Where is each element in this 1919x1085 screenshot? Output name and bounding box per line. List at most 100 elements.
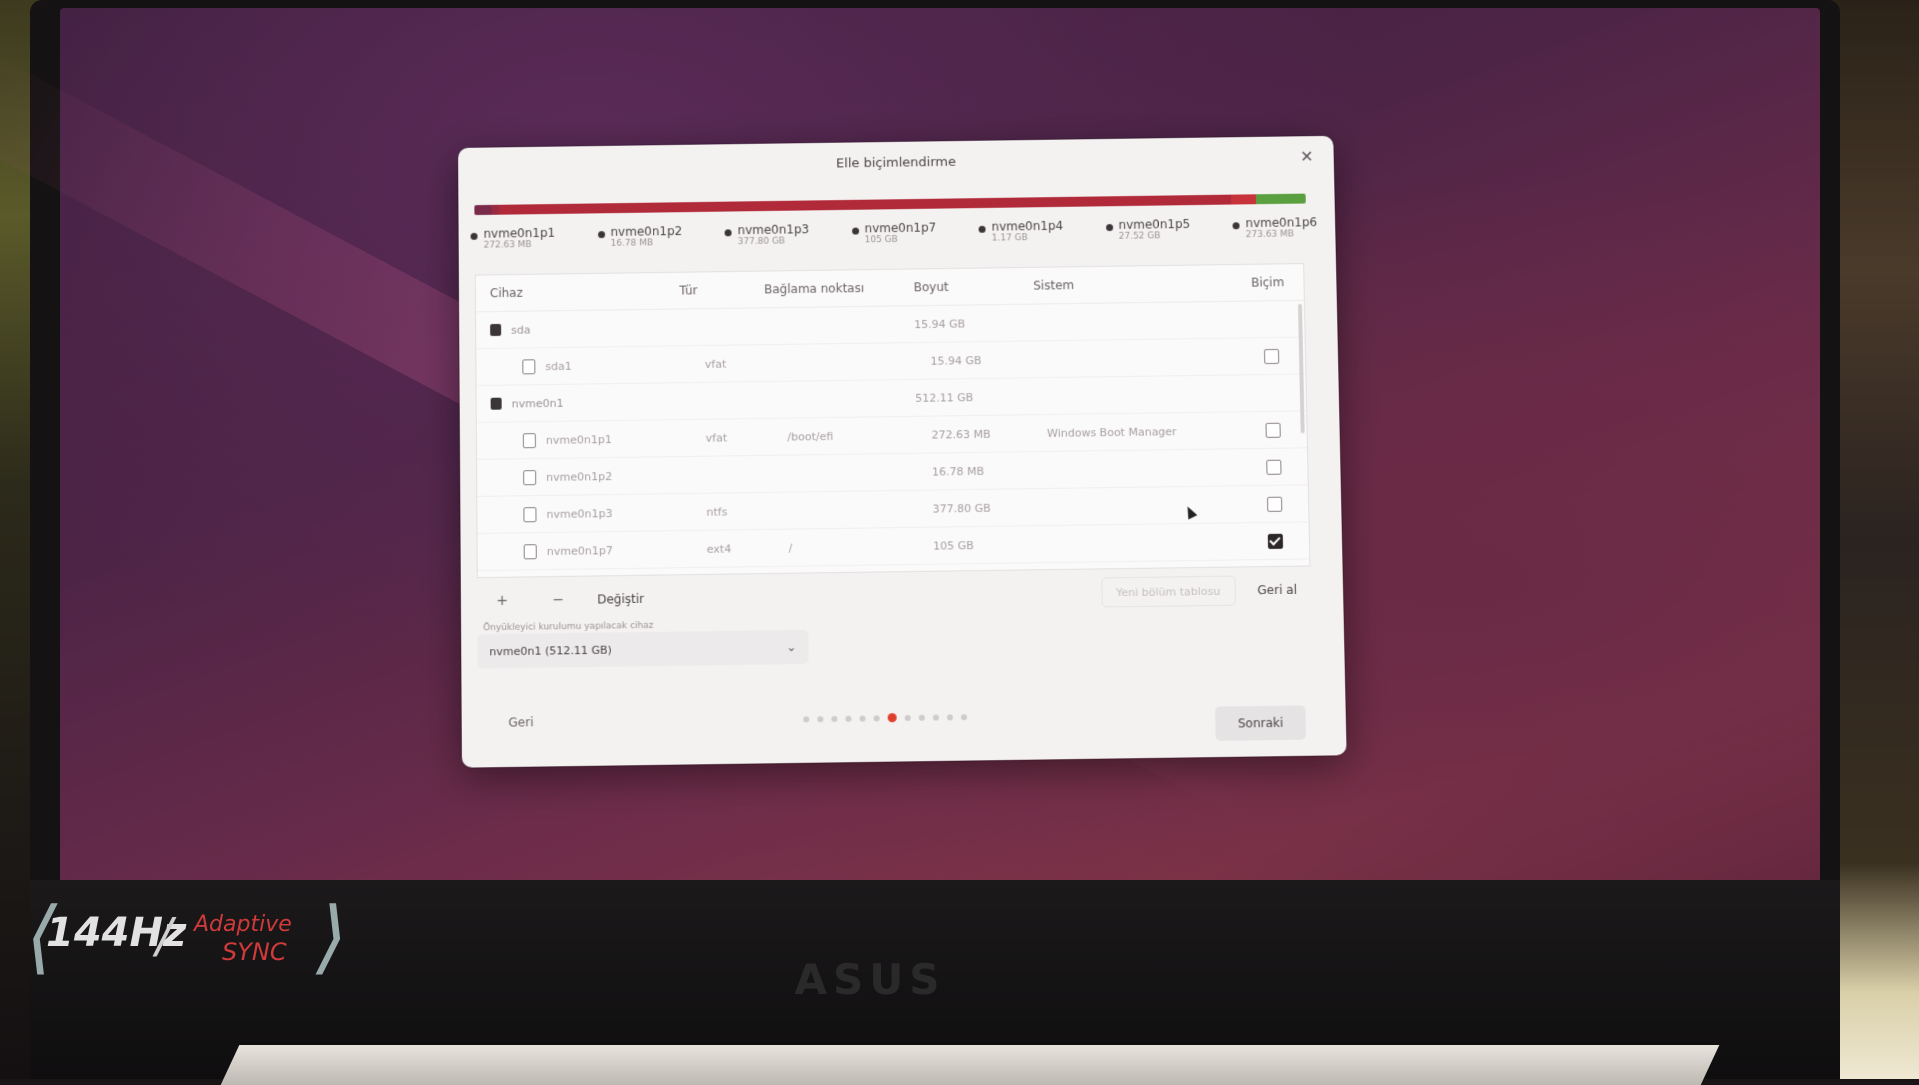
header-system[interactable]: Sistem [1033, 276, 1233, 293]
row-system [1049, 541, 1242, 544]
row-device: sda [511, 323, 531, 336]
step-dot [845, 715, 851, 721]
revert-button[interactable]: Geri al [1245, 576, 1309, 605]
row-mount: /boot/efi [787, 428, 931, 443]
row-mount: / [789, 539, 934, 554]
partition-bar-segment [499, 195, 1231, 215]
row-size: 15.94 GB [930, 353, 1045, 368]
row-mount [765, 324, 915, 326]
change-partition-button[interactable]: Değiştir [589, 584, 652, 615]
refresh-rate-sticker: ⟨ 144Hz / Adaptive SYNC ⟩ [26, 890, 326, 985]
legend-dot-icon [1233, 222, 1240, 229]
row-mount [765, 398, 915, 400]
row-system [1046, 356, 1238, 359]
step-dot [831, 715, 837, 721]
remove-partition-button[interactable]: − [533, 585, 583, 616]
legend-size: 272.63 MB [484, 240, 556, 251]
row-size: 512.11 GB [915, 390, 1035, 405]
legend-name: nvme0n1p2 [610, 224, 682, 239]
step-dot [961, 714, 967, 720]
legend-item: nvme0n1p6 273.63 MB [1232, 215, 1317, 256]
row-mount [786, 361, 930, 363]
row-system [1035, 393, 1235, 396]
laptop-hinge [221, 1045, 1720, 1085]
disk-icon [490, 324, 501, 336]
legend-dot-icon [852, 228, 859, 235]
header-mount[interactable]: Bağlama noktası [764, 280, 914, 296]
row-mount [788, 509, 932, 511]
row-system [1034, 320, 1234, 323]
partition-usage-bar [474, 194, 1305, 215]
header-device[interactable]: Cihaz [476, 284, 680, 301]
row-device: sda1 [545, 359, 572, 372]
legend-name: nvme0n1p1 [483, 226, 555, 241]
row-size: 377.80 GB [933, 500, 1049, 515]
partition-bar-segment [1256, 194, 1306, 205]
boot-loader-select[interactable]: nvme0n1 (512.11 GB) ⌄ [477, 630, 808, 669]
step-dot [859, 715, 865, 721]
close-icon[interactable]: ✕ [1298, 148, 1316, 166]
partition-icon [523, 470, 536, 485]
step-dot [919, 714, 925, 720]
chevron-down-icon: ⌄ [786, 640, 796, 654]
sticker-line1: Adaptive [194, 912, 292, 937]
legend-dot-icon [598, 231, 605, 238]
row-device: nvme0n1p1 [546, 433, 612, 447]
legend-size: 377.80 GB [738, 236, 810, 247]
row-size: 272.63 MB [932, 426, 1048, 441]
row-mount [788, 472, 932, 474]
row-device: nvme0n1 [512, 396, 564, 410]
partition-bar-segment [474, 205, 491, 215]
header-type[interactable]: Tür [679, 282, 764, 297]
disk-icon [491, 398, 502, 410]
legend-size: 105 GB [865, 234, 937, 245]
brand-logo: ASUS [760, 955, 980, 995]
new-partition-table-button[interactable]: Yeni bölüm tablosu [1101, 576, 1236, 608]
step-dot [947, 714, 953, 720]
legend-dot-icon [979, 226, 986, 233]
legend-name: nvme0n1p6 [1245, 215, 1317, 230]
legend-item: nvme0n1p2 16.78 MB [598, 224, 683, 265]
next-button[interactable]: Sonraki [1215, 705, 1306, 741]
row-size: 16.78 MB [932, 463, 1048, 478]
legend-name: nvme0n1p7 [864, 221, 936, 236]
partition-bar-segment [1231, 194, 1256, 204]
back-button[interactable]: Geri [480, 706, 563, 739]
partition-legend: nvme0n1p1 272.63 MB nvme0n1p2 16.78 MB n… [471, 215, 1318, 266]
legend-dot-icon [725, 229, 732, 236]
format-checkbox[interactable] [1265, 422, 1280, 437]
legend-item: nvme0n1p7 105 GB [852, 221, 937, 262]
table-body: sda 15.94 GB sda1 vfat 15.94 GB nvme0n1 … [476, 301, 1310, 578]
legend-dot-icon [471, 233, 478, 240]
row-size: 15.94 GB [914, 316, 1034, 331]
row-device: nvme0n1p3 [546, 507, 612, 521]
step-dot [817, 716, 823, 722]
header-format[interactable]: Biçim [1233, 275, 1303, 290]
row-type: vfat [705, 356, 787, 370]
partition-table: Cihaz Tür Bağlama noktası Boyut Sistem B… [475, 263, 1311, 578]
row-device: nvme0n1p2 [546, 470, 612, 484]
legend-size: 1.17 GB [992, 233, 1064, 244]
format-checkbox[interactable] [1264, 348, 1279, 363]
row-type: vfat [706, 430, 788, 444]
boot-loader-value: nvme0n1 (512.11 GB) [489, 643, 612, 658]
legend-item: nvme0n1p5 27.52 GB [1106, 217, 1191, 258]
row-type [706, 474, 788, 475]
legend-size: 27.52 GB [1119, 231, 1191, 242]
step-dot [933, 714, 939, 720]
row-system: Windows Boot Manager [1047, 424, 1240, 440]
format-checkbox[interactable] [1268, 533, 1283, 548]
legend-name: nvme0n1p4 [991, 219, 1063, 234]
format-checkbox[interactable] [1267, 496, 1282, 511]
header-size[interactable]: Boyut [914, 279, 1034, 295]
partition-icon [522, 359, 535, 374]
partition-bar-segment [491, 205, 499, 215]
add-partition-button[interactable]: + [477, 585, 527, 616]
legend-name: nvme0n1p3 [737, 222, 809, 237]
step-indicator [803, 712, 967, 723]
legend-item: nvme0n1p3 377.80 GB [725, 222, 810, 263]
row-system [1048, 467, 1240, 470]
format-checkbox[interactable] [1266, 459, 1281, 474]
legend-item: nvme0n1p1 272.63 MB [471, 226, 556, 267]
legend-size: 273.63 MB [1246, 229, 1318, 240]
